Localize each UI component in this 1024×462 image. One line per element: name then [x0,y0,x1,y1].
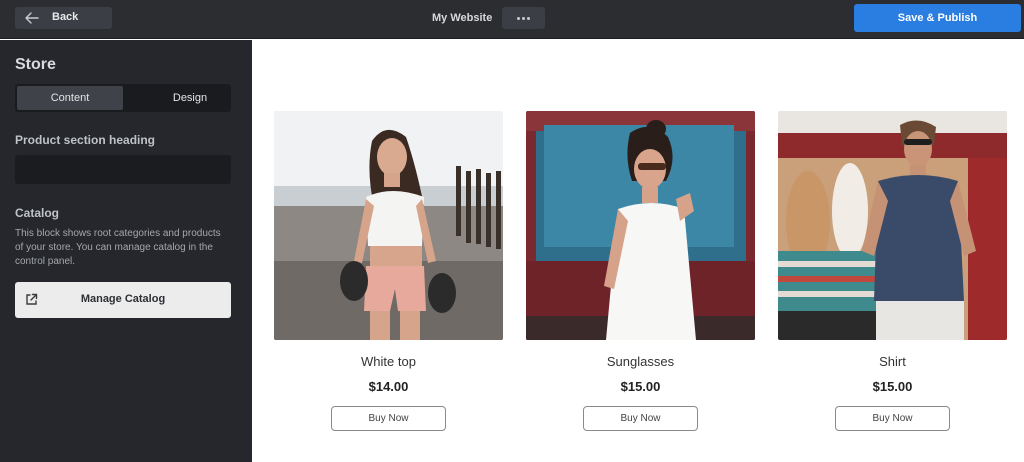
more-options-button[interactable] [502,7,545,29]
manage-catalog-button[interactable]: Manage Catalog [15,282,231,318]
sidebar: Store Content Design Product section hea… [0,40,252,462]
top-bar: Back My Website Save & Publish [0,0,1024,39]
catalog-title: Catalog [15,206,60,220]
more-dots-icon [522,17,525,20]
arrow-left-icon [25,12,39,24]
product-name: Shirt [879,354,906,369]
heading-field-label: Product section heading [15,133,156,147]
tab-bar: Content Design [15,84,231,112]
product-image-white-top[interactable] [274,111,503,340]
product-name: White top [361,354,416,369]
catalog-description: This block shows root categories and pro… [15,228,221,267]
product-price: $15.00 [620,379,661,394]
back-button[interactable]: Back [15,7,112,29]
back-button-label: Back [52,11,79,23]
product-price: $15.00 [872,379,913,394]
tab-design[interactable]: Design [136,86,244,110]
more-dots-icon [517,17,520,20]
product-image-sunglasses[interactable] [526,111,755,340]
product-image-shirt[interactable] [778,111,1007,340]
manage-catalog-label: Manage Catalog [80,293,166,305]
more-dots-icon [527,17,530,20]
buy-now-button[interactable]: Buy Now [583,406,698,431]
product-name: Sunglasses [606,354,675,369]
product-price: $14.00 [368,379,409,394]
panel-title: Store [15,56,56,73]
tab-content[interactable]: Content [17,86,123,110]
buy-now-button[interactable]: Buy Now [331,406,446,431]
site-title: My Website [432,12,493,24]
buy-now-button[interactable]: Buy Now [835,406,950,431]
heading-field-input[interactable] [15,155,231,184]
save-publish-button[interactable]: Save & Publish [854,4,1021,32]
